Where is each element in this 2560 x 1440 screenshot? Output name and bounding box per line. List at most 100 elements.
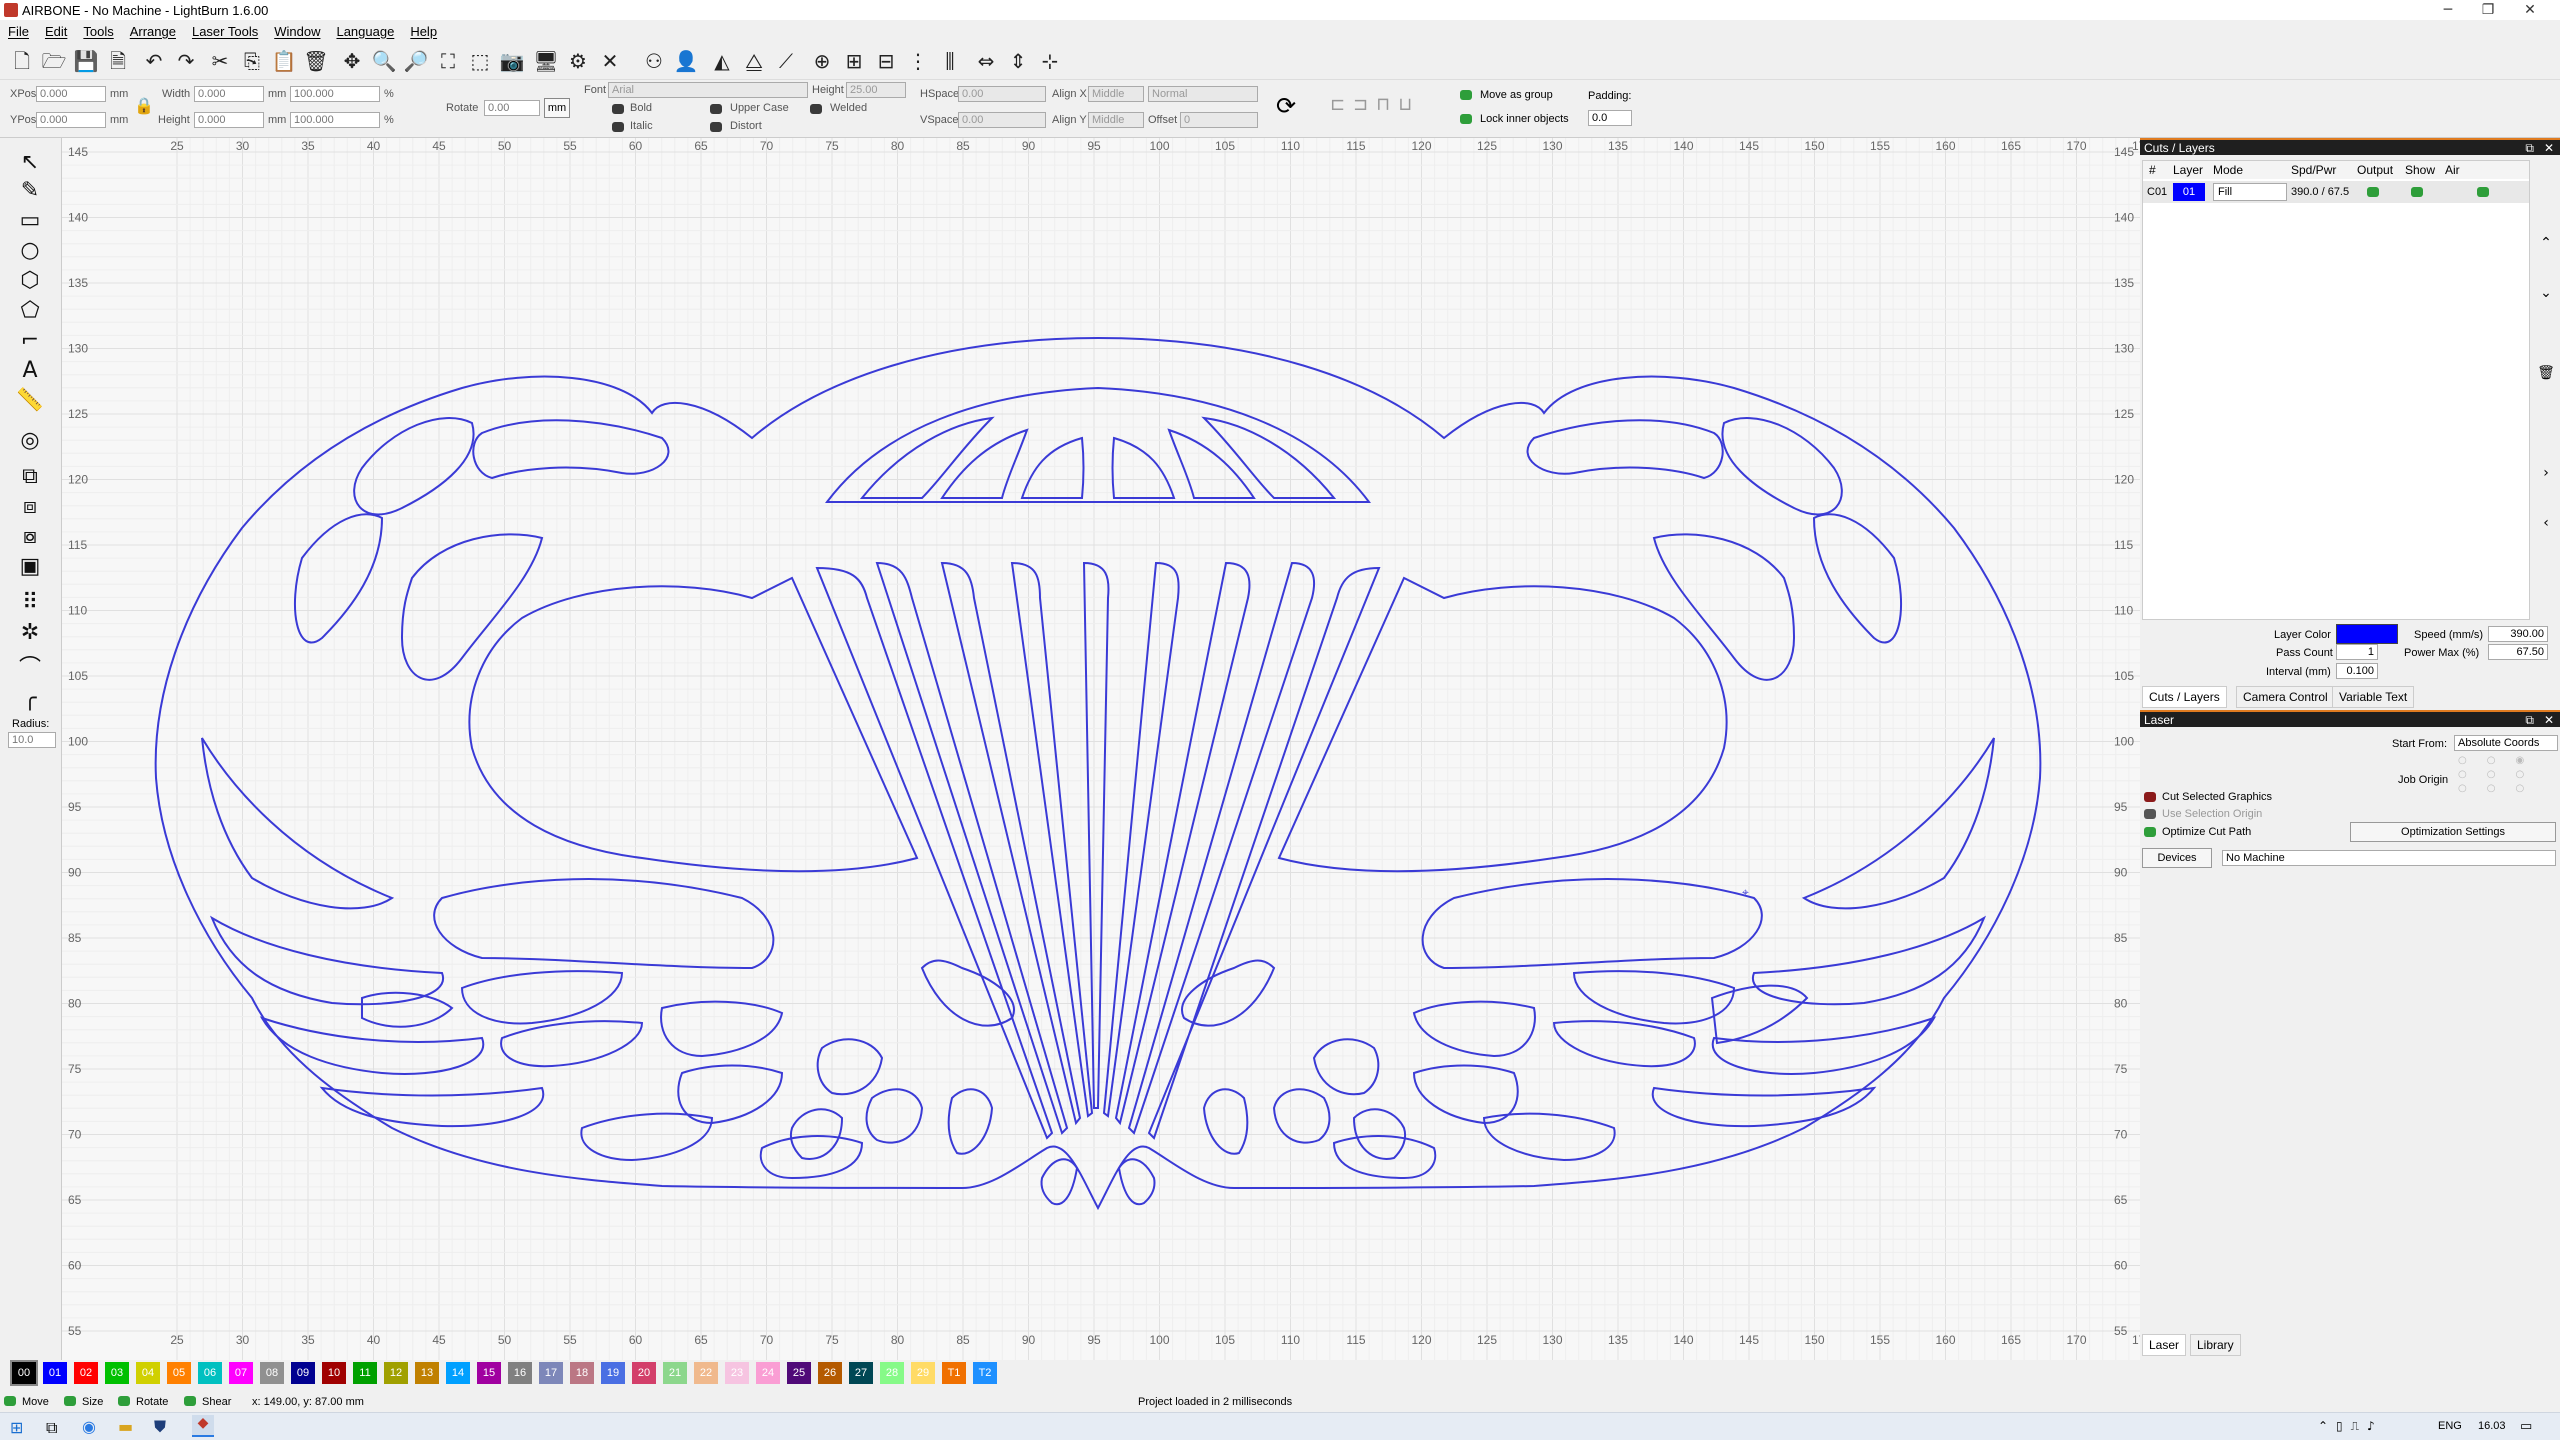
explorer-icon[interactable]: ▬ [118, 1417, 133, 1436]
vspace-input[interactable]: 0.00 [958, 112, 1046, 128]
laser-close-icon[interactable]: ✕ [2544, 712, 2554, 729]
palette-swatch-01[interactable]: 01 [43, 1362, 67, 1384]
zoom-out-icon[interactable]: 🔎 [402, 47, 430, 75]
node-edit-icon[interactable]: ⌐ [14, 328, 46, 354]
row-show-toggle[interactable] [2411, 187, 2423, 197]
palette-swatch-07[interactable]: 07 [229, 1362, 253, 1384]
measure-tool-icon[interactable]: 📏 [14, 388, 46, 414]
palette-swatch-24[interactable]: 24 [756, 1362, 780, 1384]
rectangle-tool-icon[interactable]: ▭ [14, 208, 46, 234]
save-as-icon[interactable]: 🗎 [104, 47, 132, 75]
offset-input[interactable]: 0 [1180, 112, 1258, 128]
design-canvas[interactable]: 25 25 30 30 35 35 40 40 45 45 50 50 55 55 60 60 65 65 70 70… [62, 138, 2140, 1360]
palette-swatch-28[interactable]: 28 [880, 1362, 904, 1384]
move-down-icon[interactable]: ⌄ [2534, 268, 2558, 318]
optimization-settings-button[interactable]: Optimization Settings [2350, 822, 2556, 842]
palette-swatch-21[interactable]: 21 [663, 1362, 687, 1384]
tab-cuts-layers[interactable]: Cuts / Layers [2142, 686, 2227, 708]
laser-float-icon[interactable]: ⧉ [2525, 712, 2534, 729]
cut-icon[interactable]: ✂ [206, 47, 234, 75]
palette-swatch-16[interactable]: 16 [508, 1362, 532, 1384]
spacing-v-icon[interactable]: ⇕ [1004, 47, 1032, 75]
cut-selected-toggle[interactable] [2144, 792, 2156, 802]
pentagon-tool-icon[interactable]: ⬠ [14, 298, 46, 324]
use-selection-origin-toggle[interactable] [2144, 809, 2156, 819]
palette-swatch-29[interactable]: 29 [911, 1362, 935, 1384]
italic-toggle[interactable] [612, 122, 624, 132]
aligny-select[interactable]: Middle [1088, 112, 1144, 128]
maximize-button[interactable]: ❐ [2468, 0, 2508, 20]
welded-toggle[interactable] [810, 104, 822, 114]
palette-swatch-25[interactable]: 25 [787, 1362, 811, 1384]
panel-float-icon[interactable]: ⧉ [2525, 140, 2534, 157]
palette-swatch-08[interactable]: 08 [260, 1362, 284, 1384]
menu-laser-tools[interactable]: Laser Tools [184, 24, 266, 39]
hspace-input[interactable]: 0.00 [958, 86, 1046, 102]
collapse-left-icon[interactable]: ‹ [2534, 498, 2558, 548]
row-mode-select[interactable]: Fill [2213, 183, 2287, 201]
notification-icon[interactable]: ▭ [2520, 1419, 2532, 1434]
offset-tool-icon[interactable]: ◎ [14, 428, 46, 454]
speed-input[interactable]: 390.00 [2488, 626, 2548, 642]
rotate-toggle[interactable] [118, 1396, 130, 1406]
group-icon[interactable]: ⚇ [640, 47, 668, 75]
palette-swatch-T1[interactable]: T1 [942, 1362, 966, 1384]
minimize-button[interactable]: ─ [2428, 0, 2468, 20]
lock-icon[interactable]: 🔒 [134, 96, 154, 116]
tools-icon[interactable]: ✕ [596, 47, 624, 75]
units-button[interactable]: mm [544, 98, 570, 118]
palette-swatch-14[interactable]: 14 [446, 1362, 470, 1384]
align-center-icon[interactable]: ⊞ [840, 47, 868, 75]
align-vertical-icon[interactable]: ⋮ [904, 47, 932, 75]
mirror-icon[interactable]: ⧋ [740, 47, 768, 75]
palette-swatch-10[interactable]: 10 [322, 1362, 346, 1384]
boolean-union-icon[interactable]: ⧉ [14, 464, 46, 490]
ypos-input[interactable]: 0.000 [36, 112, 106, 128]
palette-swatch-23[interactable]: 23 [725, 1362, 749, 1384]
move-up-icon[interactable]: ⌃ [2534, 218, 2558, 268]
reset-icon[interactable]: ⟳ [1270, 92, 1302, 124]
power-input[interactable]: 67.50 [2488, 644, 2548, 660]
redo-icon[interactable]: ↷ [172, 47, 200, 75]
row-layer-swatch[interactable]: 01 [2173, 183, 2205, 201]
camera-icon[interactable]: 📷 [498, 47, 526, 75]
menu-edit[interactable]: Edit [37, 24, 75, 39]
bold-toggle[interactable] [612, 104, 624, 114]
save-icon[interactable]: 💾 [72, 47, 100, 75]
origin-icon[interactable]: ⊹ [1036, 47, 1064, 75]
menu-help[interactable]: Help [402, 24, 445, 39]
corner-tool-icon[interactable]: ⌒ [14, 656, 46, 682]
canvas-svg[interactable]: 25 25 30 30 35 35 40 40 45 45 50 50 55 55 60 60 65 65 70 70… [62, 138, 2140, 1360]
palette-swatch-06[interactable]: 06 [198, 1362, 222, 1384]
distort-toggle[interactable] [710, 122, 722, 132]
palette-swatch-17[interactable]: 17 [539, 1362, 563, 1384]
palette-swatch-22[interactable]: 22 [694, 1362, 718, 1384]
browser-icon[interactable]: ◉ [82, 1417, 96, 1436]
palette-swatch-18[interactable]: 18 [570, 1362, 594, 1384]
panel-close-icon[interactable]: ✕ [2544, 140, 2554, 157]
palette-swatch-02[interactable]: 02 [74, 1362, 98, 1384]
settings-icon[interactable]: ⚙ [564, 47, 592, 75]
start-from-select[interactable]: Absolute Coords [2454, 735, 2558, 751]
palette-swatch-04[interactable]: 04 [136, 1362, 160, 1384]
delete-layer-icon[interactable]: 🗑 [2534, 348, 2558, 398]
palette-swatch-T2[interactable]: T2 [973, 1362, 997, 1384]
clock[interactable]: 16.03 [2478, 1420, 2506, 1432]
size-toggle[interactable] [64, 1396, 76, 1406]
devices-button[interactable]: Devices [2142, 848, 2212, 868]
move-icon[interactable]: ✥ [338, 47, 366, 75]
language-indicator[interactable]: ENG [2438, 1420, 2462, 1432]
tab-laser[interactable]: Laser [2142, 1334, 2187, 1356]
expand-right-icon[interactable]: › [2534, 448, 2558, 498]
app-taskbar-icon[interactable]: ⛊ [154, 1417, 166, 1437]
row-air-toggle[interactable] [2477, 187, 2489, 197]
machine-select[interactable]: No Machine [2222, 850, 2556, 866]
palette-swatch-12[interactable]: 12 [384, 1362, 408, 1384]
pass-count-input[interactable]: 1 [2336, 644, 2378, 660]
palette-swatch-09[interactable]: 09 [291, 1362, 315, 1384]
flip-horizontal-icon[interactable]: ◭ [708, 47, 736, 75]
font-height-input[interactable]: 25.00 [846, 82, 906, 98]
palette-swatch-11[interactable]: 11 [353, 1362, 377, 1384]
tab-library[interactable]: Library [2190, 1334, 2241, 1356]
height-input[interactable]: 0.000 [194, 112, 264, 128]
